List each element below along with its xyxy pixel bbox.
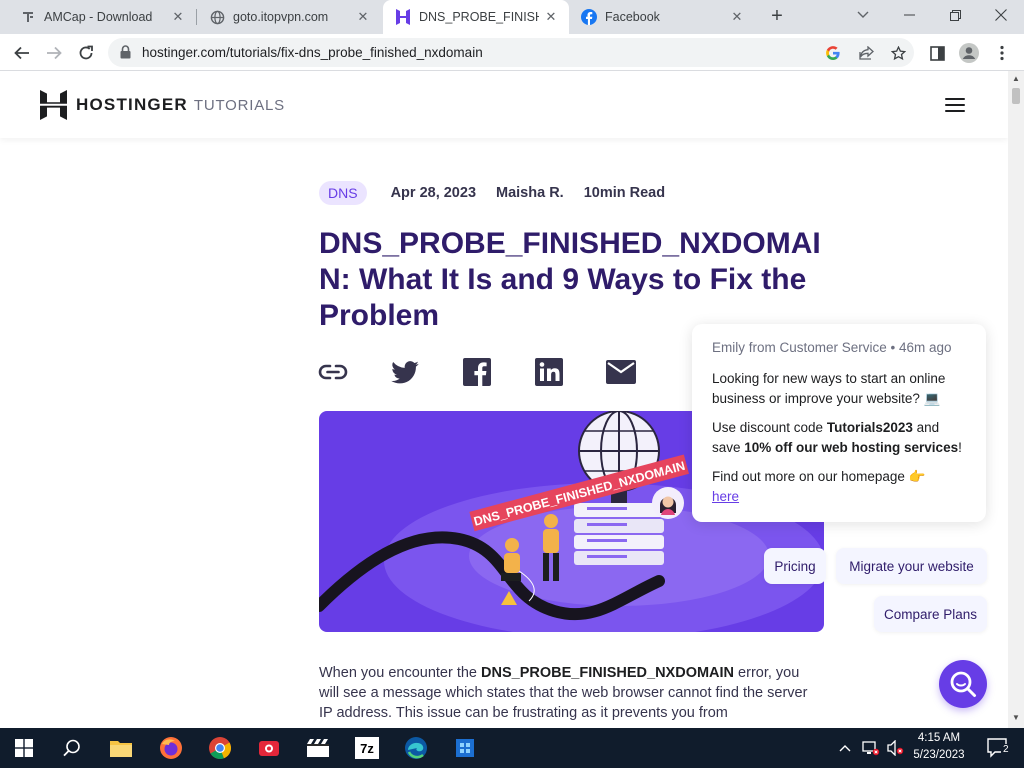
hostinger-logo-icon bbox=[40, 90, 67, 120]
close-tab-icon[interactable]: ✕ bbox=[355, 9, 371, 25]
lock-icon[interactable] bbox=[120, 45, 131, 64]
amcap-favicon-icon bbox=[20, 9, 36, 25]
brand-name: HOSTINGER bbox=[76, 95, 188, 114]
chat-message: Use discount code Tutorials2023 and save… bbox=[712, 420, 962, 455]
category-tag[interactable]: DNS bbox=[319, 181, 367, 205]
chat-message: Looking for new ways to start an online … bbox=[712, 371, 946, 406]
screen-recorder-icon[interactable] bbox=[245, 728, 293, 768]
url-text: hostinger.com/tutorials/fix-dns_probe_fi… bbox=[142, 45, 483, 60]
file-explorer-icon[interactable] bbox=[97, 728, 145, 768]
chip-pricing[interactable]: Pricing bbox=[764, 548, 826, 584]
agent-avatar bbox=[652, 487, 684, 519]
linkedin-icon[interactable] bbox=[534, 357, 564, 387]
reload-button[interactable] bbox=[73, 40, 99, 66]
tab-strip: AMCap - Download ✕ goto.itopvpn.com ✕ DN… bbox=[0, 0, 1024, 34]
author-name[interactable]: Maisha R. bbox=[496, 185, 564, 201]
tab-title: DNS_PROBE_FINISHED_ bbox=[419, 10, 539, 24]
facebook-favicon-icon bbox=[581, 9, 597, 25]
minimize-button[interactable] bbox=[886, 0, 932, 30]
notification-count: 2 bbox=[1001, 744, 1011, 755]
hamburger-menu-icon[interactable] bbox=[945, 98, 965, 112]
network-status-icon[interactable] bbox=[858, 728, 884, 768]
windows-logo-icon bbox=[15, 739, 33, 757]
chat-launcher-button[interactable] bbox=[939, 660, 987, 708]
close-window-button[interactable] bbox=[978, 0, 1024, 30]
share-icon[interactable] bbox=[857, 44, 875, 62]
browser-toolbar: hostinger.com/tutorials/fix-dns_probe_fi… bbox=[0, 34, 1024, 71]
scroll-up-arrow-icon[interactable]: ▲ bbox=[1012, 74, 1020, 83]
facebook-icon[interactable] bbox=[462, 357, 492, 387]
tab-amcap[interactable]: AMCap - Download ✕ bbox=[0, 0, 196, 34]
profile-avatar-icon[interactable] bbox=[959, 43, 979, 63]
email-icon[interactable] bbox=[606, 357, 636, 387]
chat-sender: Emily from Customer Service • 46m ago bbox=[712, 340, 952, 355]
site-header: HOSTINGER TUTORIALS bbox=[0, 71, 1008, 138]
chat-popup[interactable]: Emily from Customer Service • 46m ago Lo… bbox=[652, 324, 986, 522]
article-intro: When you encounter the DNS_PROBE_FINISHE… bbox=[319, 665, 808, 721]
new-tab-button[interactable]: + bbox=[766, 6, 788, 28]
homepage-link[interactable]: here bbox=[712, 489, 739, 504]
volume-muted-icon[interactable] bbox=[884, 728, 908, 768]
read-time: 10min Read bbox=[583, 185, 666, 201]
address-bar[interactable]: hostinger.com/tutorials/fix-dns_probe_fi… bbox=[108, 38, 914, 67]
globe-icon bbox=[209, 9, 225, 25]
tab-facebook[interactable]: Facebook ✕ bbox=[569, 0, 755, 34]
hostinger-logo[interactable]: HOSTINGER TUTORIALS bbox=[40, 90, 285, 120]
twitter-icon[interactable] bbox=[390, 357, 420, 387]
chrome-icon[interactable] bbox=[196, 728, 244, 768]
restore-button[interactable] bbox=[932, 0, 978, 30]
movie-maker-icon[interactable] bbox=[294, 728, 342, 768]
windows-taskbar: 7z 4:15 AM 5/23/2023 2 bbox=[0, 728, 1024, 768]
chip-migrate-website[interactable]: Migrate your website bbox=[836, 548, 987, 584]
tab-search-icon[interactable] bbox=[840, 0, 886, 30]
tab-title: Facebook bbox=[605, 10, 660, 24]
chat-message: Find out more on our homepage 👉 here bbox=[712, 469, 926, 504]
tab-title: AMCap - Download bbox=[44, 10, 153, 24]
page-title: DNS_PROBE_FINISHED_NXDOMAIN: What It Is … bbox=[319, 227, 821, 332]
chat-search-icon bbox=[950, 671, 976, 697]
7zip-icon[interactable]: 7z bbox=[343, 728, 391, 768]
close-tab-icon[interactable]: ✕ bbox=[170, 9, 186, 25]
start-button[interactable] bbox=[0, 728, 48, 768]
firefox-icon[interactable] bbox=[147, 728, 195, 768]
copy-link-icon[interactable] bbox=[318, 357, 348, 387]
publish-date: Apr 28, 2023 bbox=[390, 185, 477, 201]
web-page: HOSTINGER TUTORIALS DNS Apr 28, 2023 Mai… bbox=[0, 71, 1008, 728]
bookmark-star-icon[interactable] bbox=[889, 44, 907, 62]
clock-date[interactable]: 5/23/2023 bbox=[908, 749, 970, 761]
brand-subtitle: TUTORIALS bbox=[193, 96, 285, 114]
close-tab-icon[interactable]: ✕ bbox=[729, 9, 745, 25]
forward-button[interactable] bbox=[41, 40, 67, 66]
scroll-down-arrow-icon[interactable]: ▼ bbox=[1012, 713, 1020, 722]
taskbar-search-icon[interactable] bbox=[48, 728, 96, 768]
article-meta: DNS Apr 28, 2023 Maisha R. 10min Read bbox=[319, 181, 685, 205]
scroll-thumb[interactable] bbox=[1012, 88, 1020, 104]
edge-icon[interactable] bbox=[392, 728, 440, 768]
close-tab-icon[interactable]: ✕ bbox=[543, 9, 559, 25]
clock-time[interactable]: 4:15 AM bbox=[908, 732, 970, 744]
google-icon[interactable] bbox=[824, 44, 842, 62]
notification-center-button[interactable]: 2 bbox=[978, 728, 1018, 768]
chip-compare-plans[interactable]: Compare Plans bbox=[874, 596, 987, 632]
back-button[interactable] bbox=[9, 40, 35, 66]
svg-text:7z: 7z bbox=[360, 741, 374, 756]
tab-dns-probe[interactable]: DNS_PROBE_FINISHED_ ✕ bbox=[383, 0, 569, 34]
page-scrollbar[interactable]: ▲ ▼ bbox=[1008, 71, 1024, 728]
tab-title: goto.itopvpn.com bbox=[233, 10, 329, 24]
hostinger-favicon-icon bbox=[395, 9, 411, 25]
kebab-menu-icon[interactable] bbox=[992, 43, 1012, 63]
network-tool-icon[interactable] bbox=[441, 728, 489, 768]
show-hidden-icons-chevron-icon[interactable] bbox=[833, 728, 857, 768]
side-panel-icon[interactable] bbox=[927, 43, 947, 63]
tab-itopvpn[interactable]: goto.itopvpn.com ✕ bbox=[197, 0, 381, 34]
